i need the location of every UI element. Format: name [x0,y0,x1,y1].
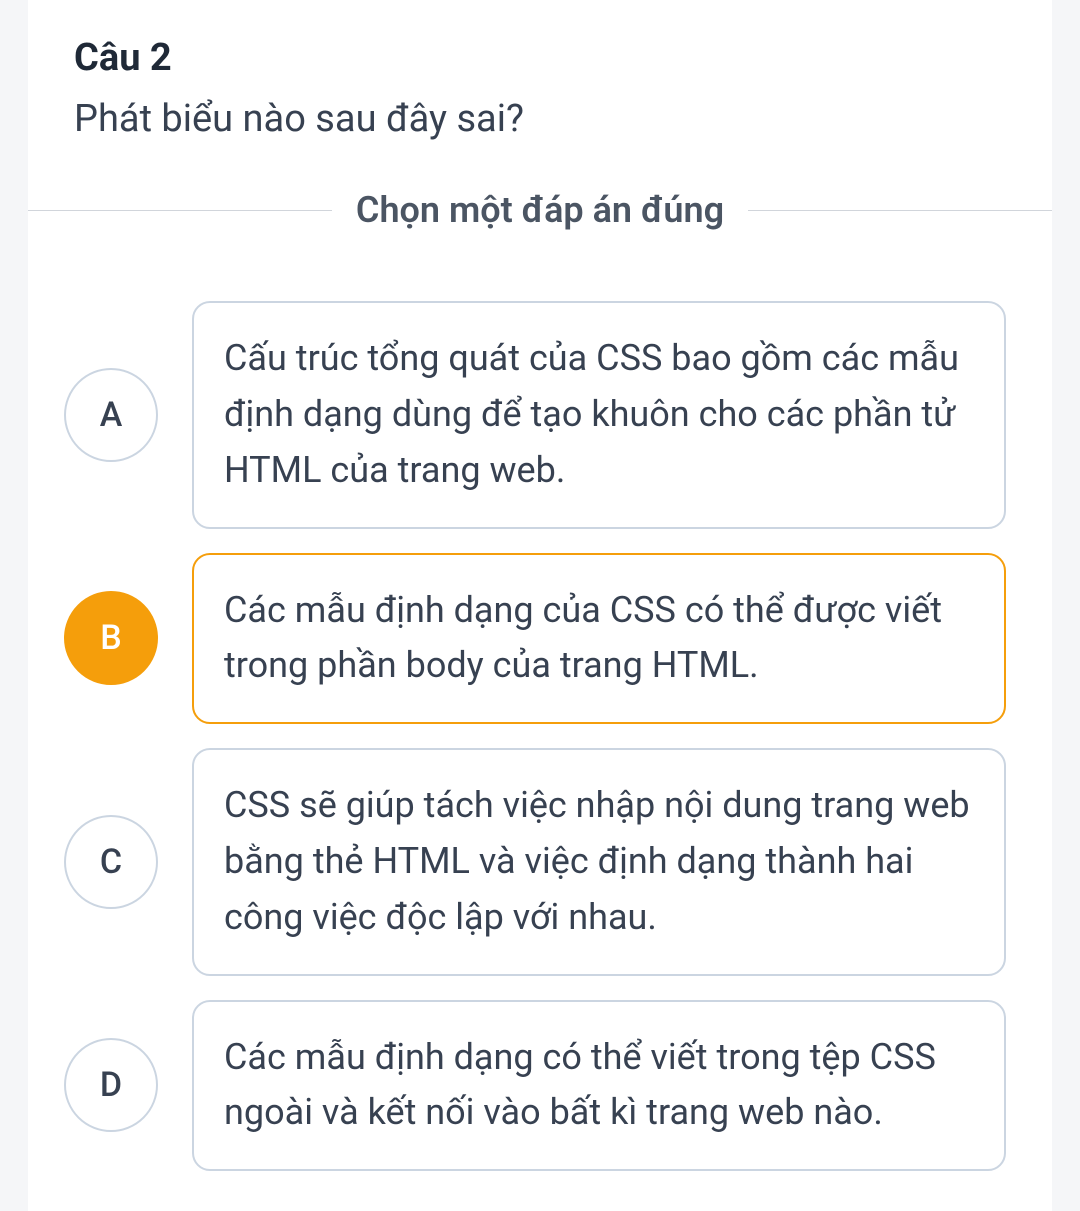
option-b-letter[interactable]: B [64,591,158,685]
option-d[interactable]: D Các mẫu định dạng có thể viết trong tệ… [64,1000,1006,1172]
question-header: Câu 2 Phát biểu nào sau đây sai? [28,0,1052,189]
option-c-letter[interactable]: C [64,815,158,909]
instruction-text: Chọn một đáp án đúng [356,189,724,231]
options-list: A Cấu trúc tổng quát của CSS bao gồm các… [28,231,1052,1211]
option-a-text[interactable]: Cấu trúc tổng quát của CSS bao gồm các m… [192,301,1006,528]
question-card: Câu 2 Phát biểu nào sau đây sai? Chọn mộ… [28,0,1052,1211]
instruction-divider: Chọn một đáp án đúng [28,189,1052,231]
option-b-text[interactable]: Các mẫu định dạng của CSS có thể được vi… [192,553,1006,725]
question-number: Câu 2 [74,36,1006,80]
option-c[interactable]: C CSS sẽ giúp tách việc nhập nội dung tr… [64,748,1006,975]
option-d-letter[interactable]: D [64,1038,158,1132]
option-a[interactable]: A Cấu trúc tổng quát của CSS bao gồm các… [64,301,1006,528]
divider-line-left [28,210,332,211]
option-a-letter[interactable]: A [64,368,158,462]
question-text: Phát biểu nào sau đây sai? [74,94,1006,145]
option-b[interactable]: B Các mẫu định dạng của CSS có thể được … [64,553,1006,725]
divider-line-right [748,210,1052,211]
option-d-text[interactable]: Các mẫu định dạng có thể viết trong tệp … [192,1000,1006,1172]
option-c-text[interactable]: CSS sẽ giúp tách việc nhập nội dung tran… [192,748,1006,975]
